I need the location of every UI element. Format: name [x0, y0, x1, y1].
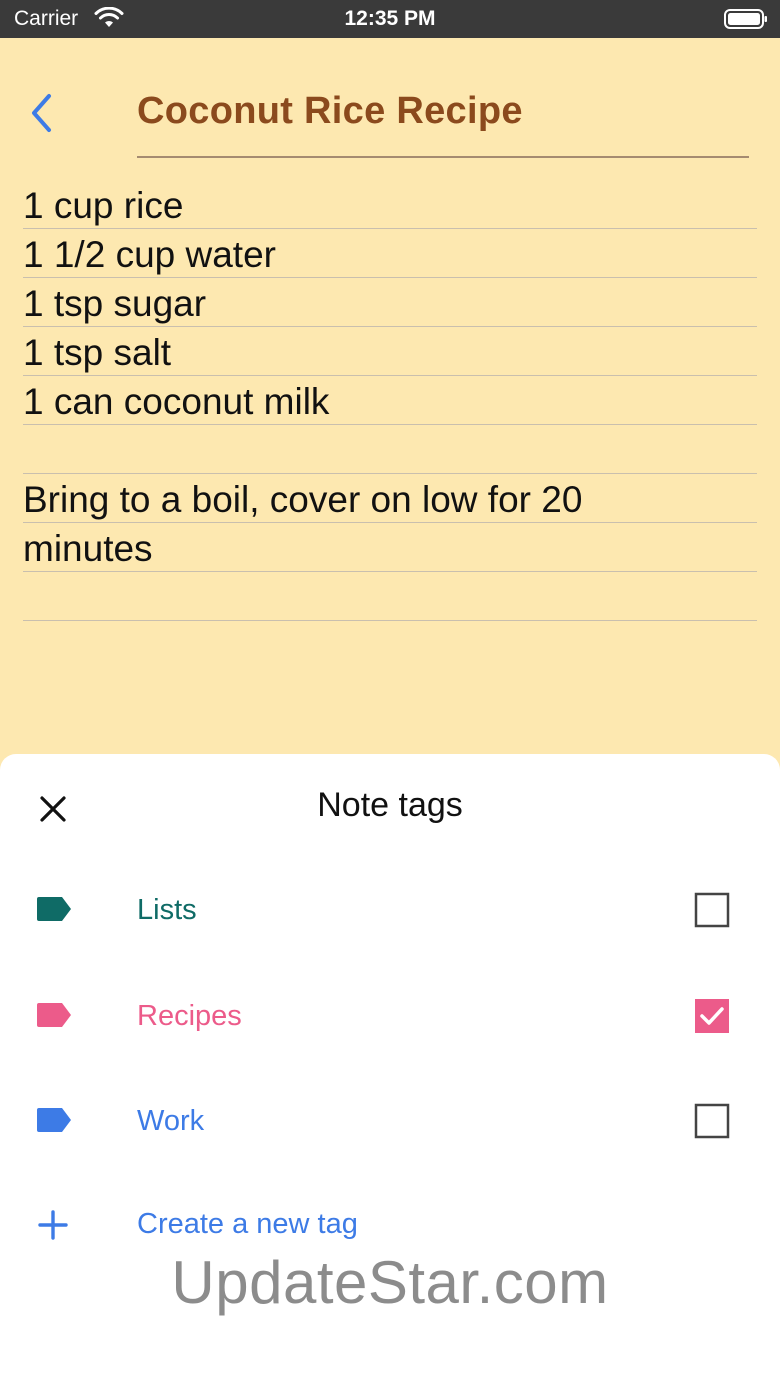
tag-label: Lists [137, 894, 197, 926]
note-title-field[interactable]: Coconut Rice Recipe [137, 88, 749, 158]
note-line: minutes [23, 523, 757, 572]
note-line: Bring to a boil, cover on low for 20 [23, 474, 757, 523]
note-line: 1 cup rice [23, 180, 757, 229]
create-tag-label: Create a new tag [137, 1208, 358, 1240]
battery-icon [724, 9, 767, 29]
tag-icon [37, 1108, 71, 1132]
tag-row-lists[interactable]: Lists [0, 872, 780, 952]
clock: 12:35 PM [344, 7, 436, 30]
tag-checkbox[interactable] [694, 892, 730, 928]
tag-checkbox[interactable] [694, 1103, 730, 1139]
sheet-title: Note tags [317, 786, 463, 824]
back-button[interactable] [22, 90, 62, 136]
tag-row-recipes[interactable]: Recipes [0, 978, 780, 1058]
tag-icon [37, 897, 71, 921]
tag-checkbox[interactable] [694, 998, 730, 1034]
status-bar: Carrier 12:35 PM [0, 0, 780, 38]
tag-icon [37, 1003, 71, 1027]
watermark: UpdateStar.com [171, 1249, 609, 1316]
note-tags-sheet: Note tags Lists Recipes Work Create a new … [0, 754, 780, 1387]
note-line: 1 can coconut milk [23, 376, 757, 425]
note-line: 1 tsp sugar [23, 278, 757, 327]
note-line [23, 572, 757, 621]
tag-label: Recipes [137, 1000, 242, 1032]
plus-icon [38, 1210, 68, 1240]
tag-row-work[interactable]: Work [0, 1083, 780, 1163]
note-body-editor[interactable]: 1 cup rice 1 1/2 cup water 1 tsp sugar 1 ts… [23, 180, 757, 621]
note-line: 1 1/2 cup water [23, 229, 757, 278]
note-line: 1 tsp salt [23, 327, 757, 376]
note-line [23, 425, 757, 474]
tag-label: Work [137, 1105, 205, 1137]
